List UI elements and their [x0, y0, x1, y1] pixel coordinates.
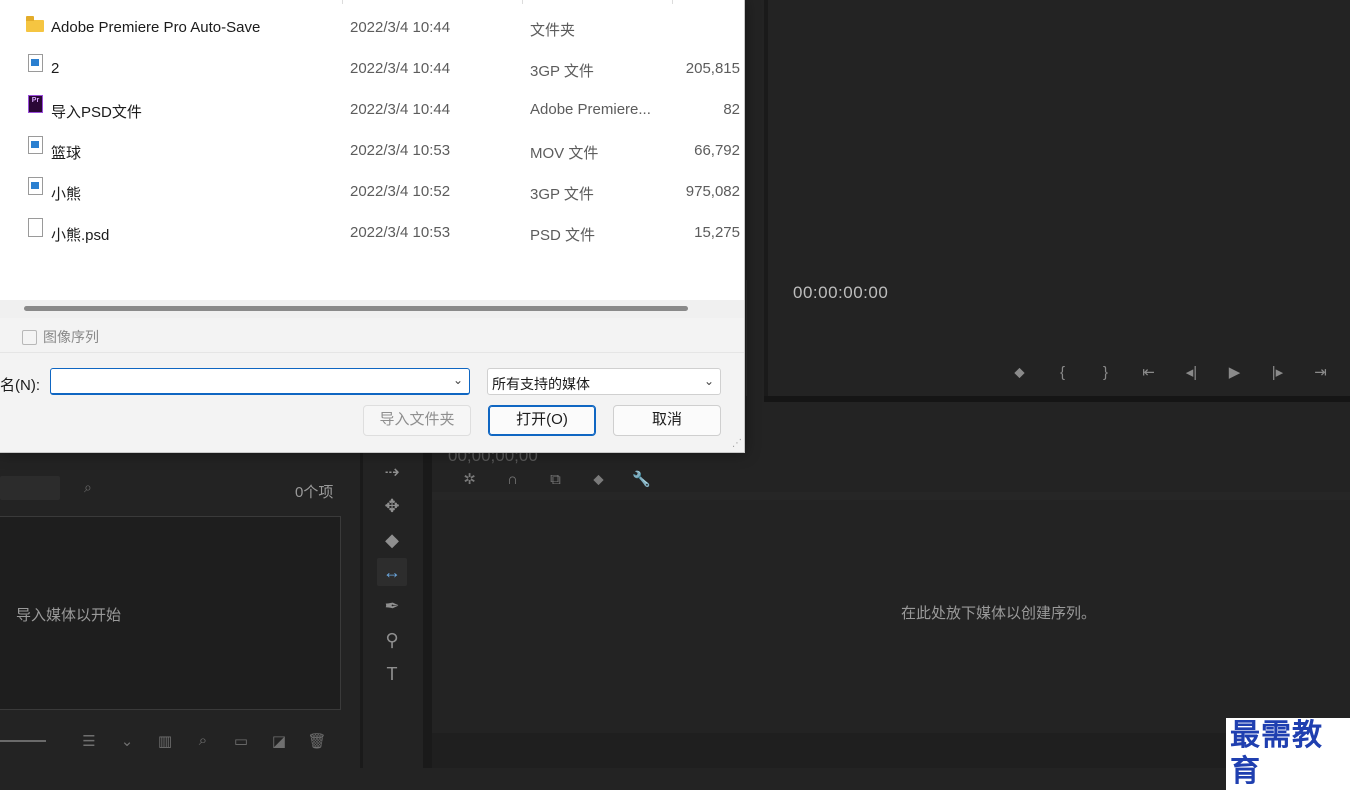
mark-in-icon[interactable]: {: [1041, 364, 1084, 381]
file-row[interactable]: 小熊 2022/3/4 10:52 3GP 文件 975,082: [0, 164, 744, 205]
timeline-empty-message: 在此处放下媒体以创建序列。: [901, 605, 1097, 622]
file-type: 3GP 文件: [530, 63, 594, 80]
file-name: 篮球: [51, 145, 82, 162]
cancel-button[interactable]: 取消: [613, 405, 721, 436]
file-type: Adobe Premiere...: [530, 101, 651, 118]
play-icon[interactable]: ▶: [1213, 363, 1256, 381]
file-type: 3GP 文件: [530, 186, 594, 203]
file-name: 小熊.psd: [51, 227, 110, 244]
file-size: 82: [723, 101, 740, 118]
filetype-value: 所有支持的媒体: [492, 376, 590, 392]
image-sequence-label: 图像序列: [43, 329, 99, 345]
file-date: 2022/3/4 10:53: [350, 142, 451, 159]
timeline-panel[interactable]: [426, 402, 1350, 768]
snap-icon[interactable]: ∩: [491, 471, 534, 488]
video-file-icon: [28, 177, 43, 195]
folder-icon: [26, 16, 44, 32]
file-row[interactable]: 2 2022/3/4 10:44 3GP 文件 205,815: [0, 41, 744, 82]
step-forward-icon[interactable]: |▸: [1256, 363, 1299, 381]
project-empty-message: 导入媒体以开始: [16, 607, 122, 624]
project-search-input[interactable]: [0, 476, 60, 500]
open-button[interactable]: 打开(O): [488, 405, 596, 436]
filename-input[interactable]: ⌄: [50, 368, 470, 395]
file-row[interactable]: Pr 导入PSD文件 2022/3/4 10:44 Adobe Premiere…: [0, 82, 744, 123]
chevron-down-icon[interactable]: ⌄: [108, 732, 146, 750]
wrench-icon[interactable]: 🔧: [620, 470, 663, 488]
import-dialog: Adobe Premiere Pro Auto-Save 2022/3/4 10…: [0, 0, 745, 453]
project-footer-icons: ☰ ⌄ ▥ ⌕ ▭ ◪ 🗑: [70, 732, 336, 750]
file-date: 2022/3/4 10:44: [350, 19, 451, 36]
file-type: 文件夹: [530, 22, 576, 39]
track-select-icon[interactable]: ⇢: [377, 458, 407, 486]
image-sequence-checkbox[interactable]: [22, 329, 37, 345]
new-item-icon[interactable]: ◪: [260, 732, 298, 750]
divider: [0, 352, 744, 353]
timeline-toolbar: ✲ ∩ ⧉ ⬥ 🔧: [448, 470, 663, 489]
chevron-down-icon[interactable]: ⌄: [704, 374, 714, 388]
program-monitor: [764, 0, 1350, 396]
find-icon[interactable]: ⌕: [184, 732, 222, 750]
import-folder-button[interactable]: 导入文件夹: [363, 405, 471, 436]
file-row[interactable]: 篮球 2022/3/4 10:53 MOV 文件 66,792: [0, 123, 744, 164]
file-size: 15,275: [694, 224, 740, 241]
panel-edge: [746, 280, 747, 396]
file-name: 导入PSD文件: [51, 104, 142, 121]
file-date: 2022/3/4 10:53: [350, 224, 451, 241]
bin-search-icon[interactable]: ⌕: [84, 479, 92, 496]
premiere-project-icon: Pr: [28, 95, 43, 113]
horizontal-scrollbar-thumb[interactable]: [24, 306, 688, 311]
file-type: PSD 文件: [530, 227, 596, 244]
file-date: 2022/3/4 10:44: [350, 101, 451, 118]
file-name: 2: [51, 60, 60, 77]
program-timecode[interactable]: 00:00:00:00: [793, 283, 888, 303]
chevron-down-icon[interactable]: ⌄: [453, 373, 463, 387]
file-row[interactable]: 小熊.psd 2022/3/4 10:53 PSD 文件 15,275: [0, 205, 744, 246]
step-back-icon[interactable]: ◂|: [1170, 363, 1213, 381]
zoom-icon[interactable]: ⚲: [377, 626, 407, 654]
timeline-ruler[interactable]: [432, 492, 1350, 500]
video-file-icon: [28, 136, 43, 154]
type-tool-icon[interactable]: T: [377, 660, 407, 688]
file-date: 2022/3/4 10:52: [350, 183, 451, 200]
thumbnail-zoom-slider[interactable]: [0, 740, 46, 742]
file-name: 小熊: [51, 186, 82, 203]
timeline-scrollbar[interactable]: [432, 733, 1350, 768]
file-size: 205,815: [685, 60, 740, 77]
add-marker-icon[interactable]: ⬥: [577, 471, 620, 488]
marker-icon[interactable]: ⬥: [998, 364, 1041, 381]
project-item-count: 0个项: [295, 484, 334, 501]
razor-icon[interactable]: ◆: [377, 526, 407, 554]
file-name: Adobe Premiere Pro Auto-Save: [51, 19, 261, 36]
filetype-select[interactable]: 所有支持的媒体 ⌄: [487, 368, 721, 395]
blank-file-icon: [28, 218, 43, 237]
automate-icon[interactable]: ▥: [146, 732, 184, 750]
file-list: Adobe Premiere Pro Auto-Save 2022/3/4 10…: [0, 0, 744, 300]
go-to-in-icon[interactable]: ⇤: [1127, 363, 1170, 381]
sort-icon[interactable]: ☰: [70, 732, 108, 750]
resize-grip-icon[interactable]: ⋰: [732, 438, 742, 449]
trash-icon[interactable]: 🗑: [298, 732, 336, 750]
file-date: 2022/3/4 10:44: [350, 60, 451, 77]
file-size: 975,082: [685, 183, 740, 200]
new-bin-icon[interactable]: ▭: [222, 732, 260, 750]
filename-label: 名(N):: [0, 377, 40, 394]
file-type: MOV 文件: [530, 145, 599, 162]
slip-tool-icon[interactable]: ↔: [377, 558, 407, 586]
file-row[interactable]: Adobe Premiere Pro Auto-Save 2022/3/4 10…: [0, 0, 744, 41]
tools-panel: ⇢ ✥ ◆ ↔ ✒ ⚲ T: [360, 452, 426, 768]
transport-controls: ⬥ { } ⇤ ◂| ▶ |▸ ⇥: [998, 361, 1350, 383]
nest-icon[interactable]: ✲: [448, 470, 491, 488]
pen-icon[interactable]: ✒: [377, 592, 407, 620]
video-file-icon: [28, 54, 43, 72]
watermark-logo: 最需教育: [1226, 718, 1350, 790]
linked-selection-icon[interactable]: ⧉: [534, 471, 577, 488]
go-to-out-icon[interactable]: ⇥: [1299, 363, 1342, 381]
mark-out-icon[interactable]: }: [1084, 364, 1127, 381]
ripple-edit-icon[interactable]: ✥: [377, 492, 407, 520]
file-size: 66,792: [694, 142, 740, 159]
image-sequence-option[interactable]: 图像序列: [22, 327, 99, 347]
